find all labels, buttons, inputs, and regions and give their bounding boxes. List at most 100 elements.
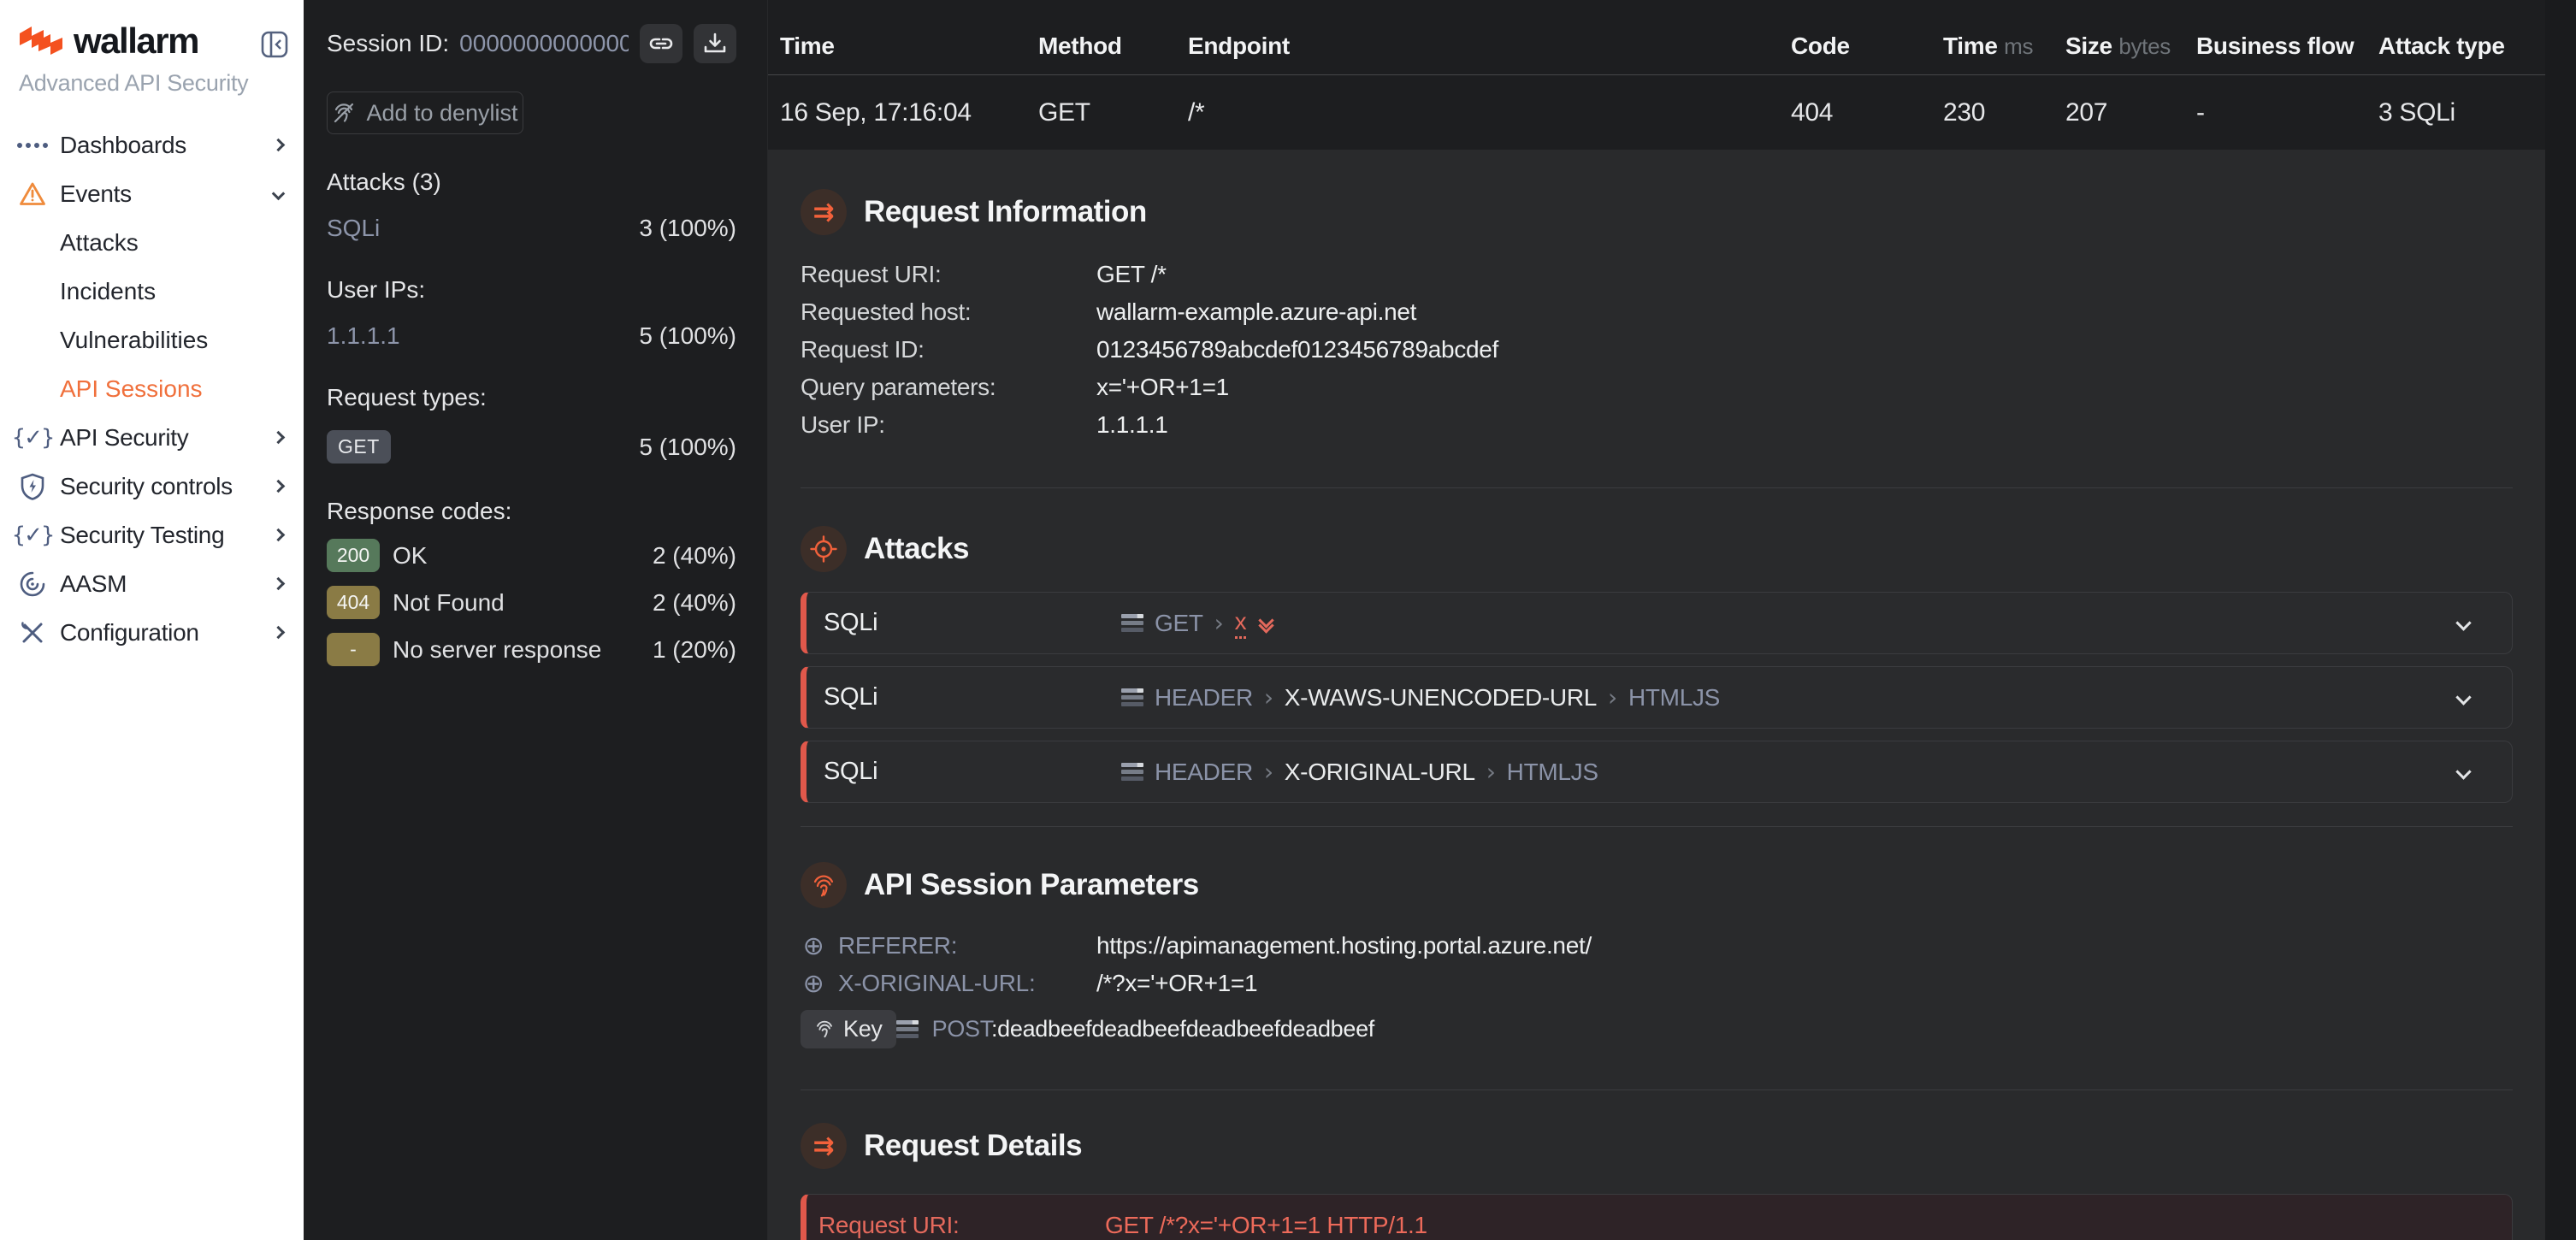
request-row[interactable]: 16 Sep, 17:16:04 GET /* 404 230 207 - 3 … (768, 75, 2545, 150)
rings-icon (19, 570, 46, 598)
attack-stat-row[interactable]: SQLi 3 (100%) (327, 215, 736, 242)
response-code-row[interactable]: 200 OK 2 (40%) (327, 539, 736, 572)
col-method: Method (1038, 32, 1188, 60)
grid-icon (19, 143, 46, 148)
attack-type-label: SQLi (824, 609, 1121, 637)
target-icon (801, 526, 847, 572)
request-detail-highlight-row[interactable]: Request URI: GET /*?x='+OR+1=1 HTTP/1.1 (801, 1194, 2513, 1240)
sidebar-item-label: Configuration (60, 619, 199, 647)
attack-card[interactable]: SQLi HEADER › X-WAWS-UNENCODED-URL › HTM… (801, 666, 2513, 729)
tools-icon (19, 619, 46, 647)
col-endpoint: Endpoint (1188, 32, 1791, 60)
copy-link-button[interactable] (640, 24, 682, 63)
params-lines-icon (1121, 688, 1143, 706)
circled-plus-icon[interactable]: ⊕ (801, 931, 826, 961)
request-types-heading: Request types: (327, 384, 736, 411)
sidebar-item-api-sessions[interactable]: API Sessions (0, 364, 304, 413)
arrows-right-icon: ⇉ (801, 189, 847, 235)
response-code-row[interactable]: - No server response 1 (20%) (327, 633, 736, 666)
fingerprint-slash-icon (332, 101, 356, 125)
status-badge: - (327, 633, 380, 666)
chevron-right-icon (272, 626, 286, 640)
chevron-right-icon (272, 431, 286, 445)
circled-plus-icon[interactable]: ⊕ (801, 969, 826, 999)
download-button[interactable] (694, 24, 736, 63)
section-divider (801, 487, 2513, 488)
session-key-row: Key POST: deadbeefdeadbeefdeadbeefdeadbe… (801, 1009, 2513, 1048)
collapse-sidebar-icon[interactable] (261, 31, 288, 58)
user-ips-heading: User IPs: (327, 276, 736, 304)
request-type-stat-row[interactable]: GET 5 (100%) (327, 430, 736, 464)
sidebar-item-label: Dashboards (60, 132, 186, 159)
attacks-heading: Attacks (3) (327, 168, 736, 196)
requests-table-header: Time Method Endpoint Code Time ms Size b… (768, 0, 2545, 75)
sidebar-item-label: Events (60, 180, 132, 208)
wallarm-logo-icon (19, 25, 63, 57)
attack-card[interactable]: SQLi GET › x (801, 592, 2513, 654)
attack-parameter-link[interactable]: x (1235, 608, 1247, 639)
fingerprint-icon (801, 862, 847, 908)
col-time-ms: Time ms (1943, 32, 2065, 60)
session-id-value: 00000000000000... (459, 30, 629, 57)
chevron-right-icon (272, 528, 286, 542)
sidebar-item-label: AASM (60, 570, 127, 598)
request-information-fields: Request URI:GET /* Requested host:wallar… (801, 256, 2513, 444)
shield-bolt-icon (19, 473, 46, 500)
main-content: Time Method Endpoint Code Time ms Size b… (768, 0, 2576, 1240)
app-root: wallarm Advanced API Security Dashboards… (0, 0, 2576, 1240)
api-session-parameters-header: API Session Parameters (801, 862, 2513, 908)
sidebar-item-vulnerabilities[interactable]: Vulnerabilities (0, 316, 304, 364)
method-badge: GET (327, 430, 391, 464)
user-ip-stat-row[interactable]: 1.1.1.1 5 (100%) (327, 322, 736, 350)
expand-chevron-icon[interactable] (2455, 764, 2471, 779)
col-size-bytes: Size bytes (2065, 32, 2196, 60)
section-title: API Session Parameters (864, 868, 1199, 902)
sidebar-item-aasm[interactable]: AASM (0, 559, 304, 608)
sidebar-item-api-security[interactable]: {✓} API Security (0, 413, 304, 462)
brand-block: wallarm Advanced API Security (0, 0, 304, 97)
attacks-section-header: Attacks (801, 526, 2513, 572)
session-parameter-row: ⊕ X-ORIGINAL-URL: /*?x='+OR+1=1 (801, 965, 2513, 1002)
braces-check-icon: {✓} (19, 425, 46, 451)
sidebar-item-configuration[interactable]: Configuration (0, 608, 304, 657)
section-title: Attacks (864, 532, 969, 566)
status-badge: 200 (327, 539, 380, 572)
col-code: Code (1791, 32, 1943, 60)
attack-card[interactable]: SQLi HEADER › X-ORIGINAL-URL › HTMLJS (801, 741, 2513, 803)
chevron-right-icon (272, 139, 286, 152)
col-time: Time (780, 32, 1038, 60)
double-chevron-down-icon (1261, 615, 1272, 631)
expand-chevron-icon[interactable] (2455, 615, 2471, 630)
chevron-right-icon (272, 577, 286, 591)
sidebar-item-dashboards[interactable]: Dashboards (0, 121, 304, 169)
status-badge: 404 (327, 586, 380, 619)
sidebar: wallarm Advanced API Security Dashboards… (0, 0, 304, 1240)
request-detail-panel: ⇉ Request Information Request URI:GET /*… (768, 150, 2545, 1240)
attack-type-label: SQLi (824, 758, 1121, 786)
col-business-flow: Business flow (2196, 32, 2378, 60)
response-code-row[interactable]: 404 Not Found 2 (40%) (327, 586, 736, 619)
session-parameter-rows: ⊕ REFERER: https://apimanagement.hosting… (801, 927, 2513, 1048)
sidebar-item-attacks[interactable]: Attacks (0, 218, 304, 267)
braces-check-icon: {✓} (19, 523, 46, 548)
sidebar-item-events[interactable]: Events (0, 169, 304, 218)
expand-chevron-icon[interactable] (2455, 689, 2471, 705)
sidebar-item-label: Security Testing (60, 522, 224, 549)
params-lines-icon (1121, 763, 1143, 781)
sidebar-item-incidents[interactable]: Incidents (0, 267, 304, 316)
key-badge: Key (801, 1010, 896, 1048)
section-divider (801, 1089, 2513, 1090)
attack-cards: SQLi GET › x SQLi HEADER › (801, 592, 2513, 803)
scroll-gutter[interactable] (2545, 0, 2576, 1240)
session-id-label: Session ID: (327, 30, 449, 57)
params-lines-icon (896, 1020, 919, 1038)
response-codes-heading: Response codes: (327, 498, 736, 525)
add-to-denylist-button[interactable]: Add to denylist (327, 92, 523, 134)
sidebar-item-security-controls[interactable]: Security controls (0, 462, 304, 511)
sidebar-item-security-testing[interactable]: {✓} Security Testing (0, 511, 304, 559)
col-attack-type: Attack type (2378, 32, 2545, 60)
request-details-section-header: ⇉ Request Details (801, 1123, 2513, 1169)
warning-triangle-icon (19, 181, 46, 207)
request-information-section-header: ⇉ Request Information (801, 189, 2513, 235)
denylist-label: Add to denylist (366, 100, 517, 127)
